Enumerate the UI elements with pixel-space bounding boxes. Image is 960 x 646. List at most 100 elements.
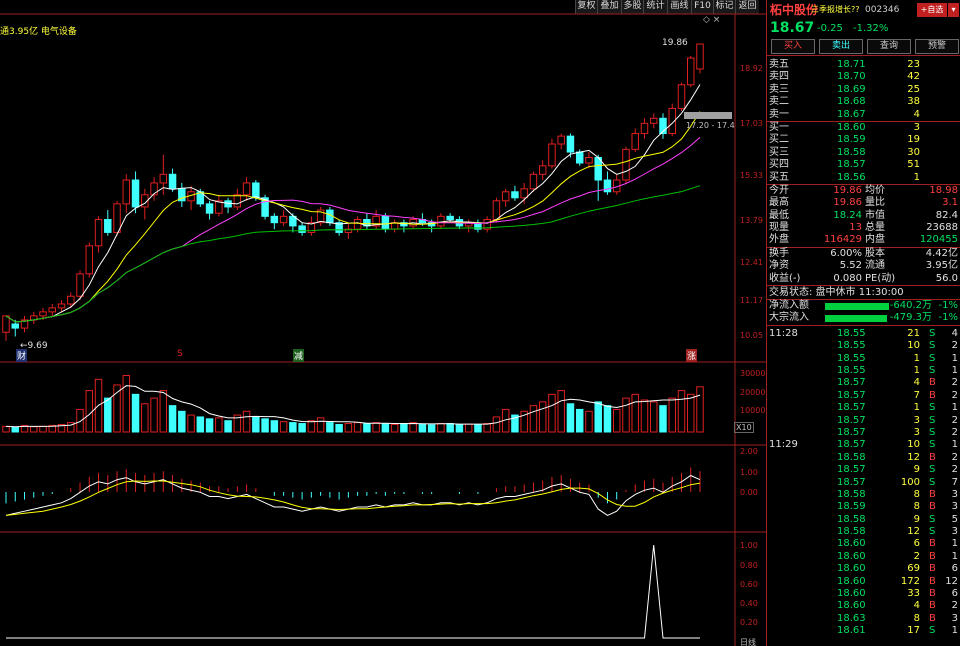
add-watchlist-button[interactable]: +自选 <box>917 3 947 17</box>
candle <box>205 200 214 220</box>
tick-row: 18.59 8 B 3 <box>767 501 960 513</box>
bids-volume: 3 <box>913 121 920 133</box>
bids-label: 买一 <box>769 121 789 133</box>
current-price: 18.67 <box>770 20 815 36</box>
candle-body <box>205 203 214 214</box>
alert-button[interactable]: 预警 <box>915 39 959 54</box>
tick-volume: 7 <box>913 389 920 401</box>
candle-body <box>113 203 121 233</box>
asks-row[interactable]: 卖三 18.69 25 <box>767 84 960 96</box>
price-row: 18.67 -0.25 -1.32% <box>767 20 960 38</box>
volume-bar <box>585 410 593 433</box>
tick-side: B <box>929 550 936 562</box>
tick-row: 18.60 6 B 1 <box>767 538 960 550</box>
tick-count: 2 <box>951 377 958 389</box>
volume-bar <box>483 423 491 433</box>
close-icon[interactable]: × <box>713 15 721 25</box>
volume-bar <box>270 420 279 433</box>
tick-side: S <box>929 625 936 637</box>
candle-body <box>270 215 279 224</box>
tick-volume: 100 <box>900 476 920 488</box>
candle <box>464 219 473 233</box>
indicator3-tick: 0.80 <box>740 561 758 570</box>
candle <box>48 303 57 316</box>
event-marker[interactable]: 涨 <box>686 349 698 362</box>
macd-tick: 0.00 <box>740 488 758 497</box>
volume-bar <box>205 418 214 433</box>
tick-row: 18.58 12 S 3 <box>767 526 960 538</box>
candle <box>344 222 353 240</box>
bids-row[interactable]: 买四 18.57 51 <box>767 159 960 171</box>
candle <box>594 154 602 201</box>
event-marker[interactable]: 财 <box>16 349 28 362</box>
candle <box>215 194 223 217</box>
high-price-label: 19.86 <box>662 38 688 48</box>
candle <box>363 213 371 230</box>
candle <box>677 82 686 111</box>
candle-body <box>150 182 158 196</box>
bids-row[interactable]: 买二 18.59 19 <box>767 134 960 146</box>
bids-volume: 51 <box>907 159 920 171</box>
stats-label: 现量 <box>769 222 789 234</box>
asks-label: 卖一 <box>769 108 789 120</box>
bids-label: 买三 <box>769 146 789 158</box>
tick-count: 2 <box>951 600 958 612</box>
price-tick: 12.41 <box>740 258 763 267</box>
tick-volume: 1 <box>913 402 920 414</box>
asks-price: 18.67 <box>837 108 866 120</box>
tick-volume: 12 <box>907 451 920 463</box>
tick-row: 18.60 69 B 6 <box>767 563 960 575</box>
tick-price: 18.55 <box>837 327 866 339</box>
flow-label: 净流入额 <box>769 300 809 312</box>
stock-tip[interactable]: 三季报增长?? <box>811 0 860 20</box>
candle-body <box>696 43 704 70</box>
stock-header: 柘中股份 三季报增长?? 002346 +自选 ▾ <box>767 0 960 20</box>
buy-button[interactable]: 买入 <box>771 39 815 54</box>
tick-volume: 8 <box>913 501 920 513</box>
candle <box>30 311 38 324</box>
diamond-icon[interactable]: ◇ <box>703 15 710 25</box>
asks-row[interactable]: 卖五 18.71 23 <box>767 59 960 71</box>
volume-bar <box>104 397 112 433</box>
bids-row[interactable]: 买五 18.56 1 <box>767 172 960 184</box>
tick-volume: 10 <box>907 340 920 352</box>
chart-canvas[interactable] <box>0 0 766 646</box>
asks-row[interactable]: 卖一 18.67 4 <box>767 109 960 121</box>
tick-side: B <box>929 389 936 401</box>
candle-body <box>631 133 639 150</box>
candle-body <box>575 151 584 164</box>
tick-side: S <box>929 439 936 451</box>
tick-count: 2 <box>951 389 958 401</box>
tick-count: 1 <box>951 538 958 550</box>
tick-list[interactable]: 11:28 18.55 21 S 4 18.55 10 S 2 18.55 1 S 1 18.55 1 S 1 1… <box>767 326 960 638</box>
bids-row[interactable]: 买一 18.60 3 <box>767 122 960 134</box>
stats-value: 82.4 <box>935 209 958 221</box>
stats-label: 均价 <box>865 184 885 196</box>
tick-count: 3 <box>951 501 958 513</box>
event-marker[interactable]: S <box>176 349 184 359</box>
ma60-line <box>5 185 701 323</box>
query-button[interactable]: 查询 <box>867 39 911 54</box>
tick-row: 18.55 1 S 1 <box>767 365 960 377</box>
tick-price: 18.57 <box>837 426 866 438</box>
volume-bar <box>344 423 353 433</box>
bids-row[interactable]: 买三 18.58 30 <box>767 147 960 159</box>
macd-tick: 1.00 <box>740 468 758 477</box>
chart-control-icons[interactable]: ◇ × <box>703 15 720 25</box>
kline-chart-area[interactable]: 复权 叠加 多股 统计 画线 F10 标记 返回 通3.95亿 电气设备 18.92 17.03… <box>0 0 766 646</box>
candle-body <box>501 191 510 202</box>
candle <box>640 118 649 139</box>
candle-body <box>233 194 242 208</box>
asks-row[interactable]: 卖二 18.68 38 <box>767 96 960 108</box>
tick-side: S <box>929 340 936 352</box>
stats-label: 最高 <box>769 197 789 209</box>
chevron-down-icon[interactable]: ▾ <box>948 3 959 17</box>
event-marker[interactable]: 减 <box>293 349 305 362</box>
fund-flows: 净流入额 -640.2万 -1% 大宗流入 -479.3万 -1% <box>767 300 960 326</box>
volume-bar <box>400 423 408 433</box>
tick-count: 12 <box>945 575 958 587</box>
asks-row[interactable]: 卖四 18.70 42 <box>767 71 960 83</box>
sell-button[interactable]: 卖出 <box>819 39 863 54</box>
candle-body <box>622 148 630 181</box>
tick-side: S <box>929 364 936 376</box>
